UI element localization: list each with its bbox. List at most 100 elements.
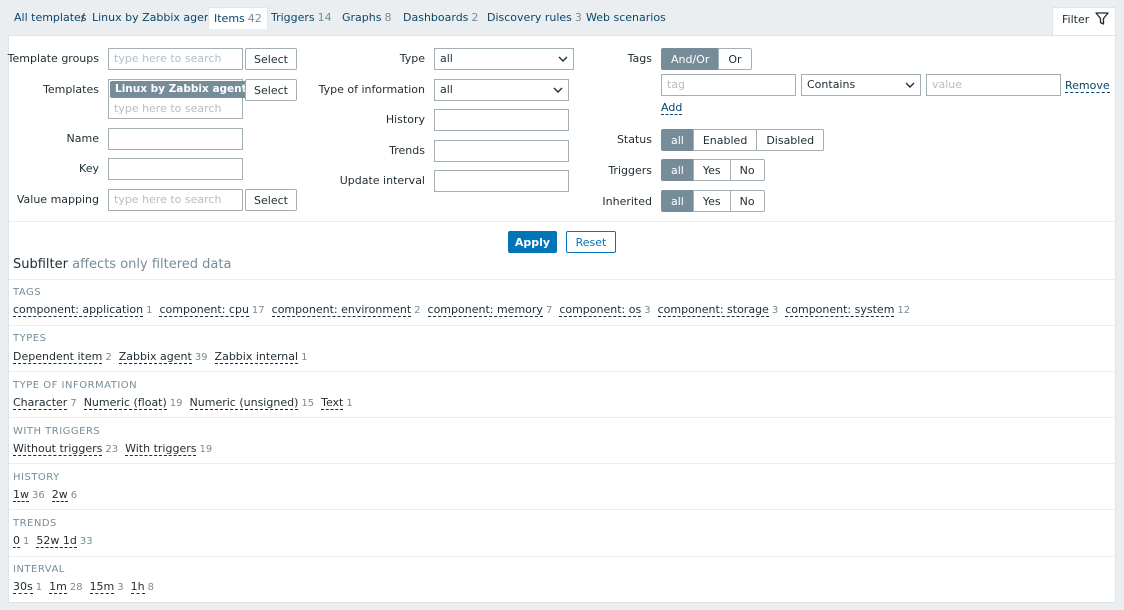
subfilter-entry-count: 2 bbox=[414, 305, 421, 316]
reset-button[interactable]: Reset bbox=[566, 231, 616, 253]
subfilter-entry: Zabbix agent 39 bbox=[118, 350, 208, 364]
template-link[interactable]: Linux by Zabbix agent bbox=[92, 11, 215, 24]
tab-graphs[interactable]: Graphs 8 bbox=[342, 11, 391, 24]
tab-items[interactable]: Items 42 bbox=[208, 7, 268, 29]
subfilter-entry-link[interactable]: 0 bbox=[13, 534, 20, 548]
tags-andor-option[interactable]: And/Or bbox=[661, 48, 720, 70]
subfilter-entry-link[interactable]: component: cpu bbox=[159, 303, 249, 317]
subfilter-entry: component: os 3 bbox=[559, 303, 651, 317]
subfilter-history-row: 1w 36 2w 6 bbox=[13, 488, 84, 502]
apply-button[interactable]: Apply bbox=[508, 231, 557, 253]
tags-label: Tags bbox=[627, 52, 652, 65]
subfilter-entry-link[interactable]: 15m bbox=[89, 580, 115, 594]
subfilter-entry-link[interactable]: Character bbox=[13, 396, 68, 410]
subfilter-entry-count: 23 bbox=[105, 444, 119, 455]
subfilter-type-of-information-row: Character 7 Numeric (float) 19 Numeric (un… bbox=[13, 396, 360, 410]
subfilter-entry-link[interactable]: 1h bbox=[130, 580, 145, 594]
subfilter-entry-link[interactable]: component: os bbox=[559, 303, 642, 317]
tags-or-option[interactable]: Or bbox=[718, 48, 752, 70]
tab-items-count: 42 bbox=[247, 12, 262, 25]
update-interval-input[interactable] bbox=[434, 170, 569, 192]
filter-tab-label: Filter bbox=[1062, 13, 1090, 26]
type-select[interactable]: all bbox=[434, 48, 574, 70]
subfilter-entry-count: 7 bbox=[70, 398, 77, 409]
subfilter-entry-link[interactable]: 1w bbox=[13, 488, 29, 502]
tag-name-input[interactable]: tag bbox=[661, 74, 796, 96]
subfilter-entry-link[interactable]: 30s bbox=[13, 580, 33, 594]
subfilter-entry-link[interactable]: component: system bbox=[785, 303, 895, 317]
value-mapping-label: Value mapping bbox=[16, 193, 99, 206]
tag-operator-select[interactable]: Contains bbox=[801, 74, 921, 96]
tag-remove-link[interactable]: Remove bbox=[1065, 79, 1110, 93]
tag-value-input[interactable]: value bbox=[926, 74, 1061, 96]
subfilter-entry-count: 15 bbox=[301, 398, 315, 409]
subfilter-entry-link[interactable]: Zabbix internal bbox=[214, 350, 299, 364]
value-mapping-select-button[interactable]: Select bbox=[245, 189, 297, 211]
divider bbox=[9, 371, 1116, 372]
triggers-yes-option[interactable]: Yes bbox=[692, 159, 731, 181]
inherited-yes-option[interactable]: Yes bbox=[692, 190, 731, 212]
tab-dashboards[interactable]: Dashboards 2 bbox=[403, 11, 478, 24]
subfilter-section-title: TRENDS bbox=[13, 518, 57, 529]
breadcrumb-separator: / bbox=[81, 11, 85, 24]
subfilter-title: Subfilter affects only filtered data bbox=[13, 257, 231, 272]
subfilter-entry-link[interactable]: component: memory bbox=[427, 303, 543, 317]
subfilter-tags-row: component: application 1 component: cpu 17… bbox=[13, 303, 917, 317]
key-label: Key bbox=[79, 162, 99, 175]
type-of-information-select[interactable]: all bbox=[434, 79, 569, 101]
templates-search-input[interactable]: type here to search bbox=[114, 102, 221, 115]
subfilter-entry-count: 1 bbox=[35, 582, 43, 593]
chevron-down-icon bbox=[558, 56, 568, 62]
triggers-all-option[interactable]: all bbox=[661, 159, 694, 181]
name-input[interactable] bbox=[108, 128, 243, 150]
subfilter-entry-link[interactable]: component: storage bbox=[657, 303, 769, 317]
key-input[interactable] bbox=[108, 158, 243, 180]
subfilter-interval-row: 30s 1 1m 28 15m 3 1h 8 bbox=[13, 580, 161, 594]
divider bbox=[9, 556, 1116, 557]
tab-discovery-rules-label: Discovery rules bbox=[487, 11, 572, 24]
subfilter-section-title: TYPES bbox=[13, 333, 47, 344]
subfilter-entry-count: 28 bbox=[69, 582, 83, 593]
divider bbox=[9, 279, 1116, 280]
subfilter-entry-link[interactable]: Text bbox=[321, 396, 344, 410]
tab-discovery-rules[interactable]: Discovery rules 3 bbox=[487, 11, 582, 24]
tag-add-link[interactable]: Add bbox=[661, 101, 683, 115]
trends-input[interactable] bbox=[434, 140, 569, 162]
subfilter-entry-link[interactable]: Zabbix agent bbox=[118, 350, 192, 364]
subfilter-entry-link[interactable]: Without triggers bbox=[13, 442, 103, 456]
inherited-all-option[interactable]: all bbox=[661, 190, 694, 212]
update-interval-label: Update interval bbox=[339, 174, 425, 187]
templates-label: Templates bbox=[43, 83, 99, 96]
value-mapping-input[interactable]: type here to search bbox=[108, 189, 243, 211]
tab-web-scenarios[interactable]: Web scenarios bbox=[586, 11, 666, 24]
triggers-no-option[interactable]: No bbox=[729, 159, 765, 181]
templates-select-button[interactable]: Select bbox=[245, 79, 297, 101]
status-enabled-option[interactable]: Enabled bbox=[692, 129, 758, 151]
subfilter-entry: Dependent item 2 bbox=[13, 350, 112, 364]
subfilter-entry-count: 19 bbox=[199, 444, 213, 455]
status-all-option[interactable]: all bbox=[661, 129, 694, 151]
tags-evaltype-toggle: And/Or Or bbox=[661, 48, 752, 70]
triggers-toggle: all Yes No bbox=[661, 159, 765, 181]
subfilter-entry-link[interactable]: Numeric (unsigned) bbox=[189, 396, 299, 410]
subfilter-entry-link[interactable]: 2w bbox=[51, 488, 68, 502]
subfilter-entry-link[interactable]: 52w 1d bbox=[36, 534, 77, 548]
template-groups-select-button[interactable]: Select bbox=[245, 48, 297, 70]
subfilter-note: affects only filtered data bbox=[72, 257, 232, 272]
subfilter-entry-link[interactable]: component: application bbox=[13, 303, 144, 317]
history-input[interactable] bbox=[434, 109, 569, 131]
all-templates-link[interactable]: All templates bbox=[14, 11, 87, 24]
tab-triggers[interactable]: Triggers 14 bbox=[271, 11, 332, 24]
subfilter-entry-link[interactable]: Dependent item bbox=[13, 350, 103, 364]
filter-tab[interactable]: Filter bbox=[1052, 7, 1116, 35]
subfilter-entry: 2w 6 bbox=[51, 488, 77, 502]
subfilter-entry-link[interactable]: With triggers bbox=[125, 442, 197, 456]
status-disabled-option[interactable]: Disabled bbox=[756, 129, 825, 151]
inherited-no-option[interactable]: No bbox=[729, 190, 765, 212]
subfilter-entry-link[interactable]: Numeric (float) bbox=[83, 396, 167, 410]
subfilter-entry: 15m 3 bbox=[89, 580, 124, 594]
subfilter-entry-link[interactable]: 1m bbox=[49, 580, 67, 594]
divider bbox=[9, 325, 1116, 326]
template-groups-input[interactable]: type here to search bbox=[108, 48, 243, 70]
subfilter-entry-link[interactable]: component: environment bbox=[271, 303, 412, 317]
